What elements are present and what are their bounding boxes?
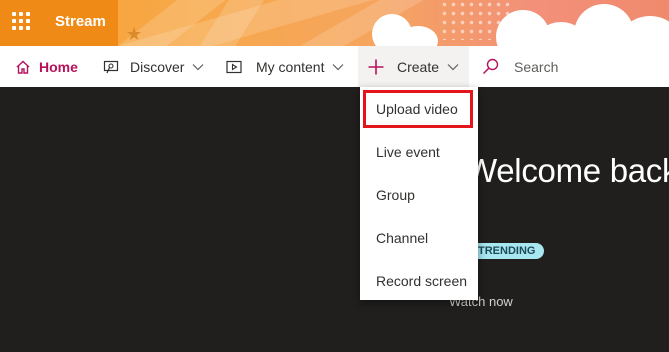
stream-app: Stream ★ Home Discover My content Create — [0, 0, 669, 352]
menu-item-channel[interactable]: Channel — [360, 216, 478, 259]
plus-icon — [368, 59, 384, 74]
my-content-icon — [226, 60, 242, 73]
nav-home-label: Home — [39, 58, 78, 75]
create-dropdown-menu: Upload video Live event Group Channel Re… — [360, 87, 478, 300]
nav-create[interactable]: Create — [358, 46, 469, 87]
menu-item-group[interactable]: Group — [360, 173, 478, 216]
hero-area — [0, 87, 669, 352]
banner-cloud — [398, 26, 438, 46]
header-banner: Stream ★ — [0, 0, 669, 46]
welcome-heading: Welcome back, — [466, 152, 669, 189]
chevron-down-icon — [193, 63, 204, 70]
nav-bar: Home Discover My content Create Search — [0, 46, 669, 87]
nav-my-content-label: My content — [256, 58, 325, 75]
search-input[interactable]: Search — [514, 59, 558, 75]
nav-home[interactable]: Home — [15, 46, 78, 87]
app-launcher-icon[interactable] — [12, 12, 34, 34]
discover-icon — [103, 60, 119, 73]
chevron-down-icon — [447, 63, 459, 70]
nav-create-label: Create — [397, 58, 440, 75]
nav-discover[interactable]: Discover — [103, 46, 204, 87]
nav-discover-label: Discover — [130, 58, 185, 75]
trending-badge: TRENDING — [469, 243, 545, 259]
search-box[interactable]: Search — [482, 46, 558, 87]
home-icon — [16, 60, 30, 74]
chevron-down-icon — [333, 63, 344, 70]
search-icon — [482, 58, 499, 75]
app-name: Stream — [55, 13, 106, 30]
menu-item-live-event[interactable]: Live event — [360, 130, 478, 173]
nav-my-content[interactable]: My content — [226, 46, 344, 87]
menu-item-record-screen[interactable]: Record screen — [360, 259, 478, 302]
menu-item-upload-video[interactable]: Upload video — [360, 87, 478, 130]
star-decoration-icon: ★ — [126, 24, 143, 44]
